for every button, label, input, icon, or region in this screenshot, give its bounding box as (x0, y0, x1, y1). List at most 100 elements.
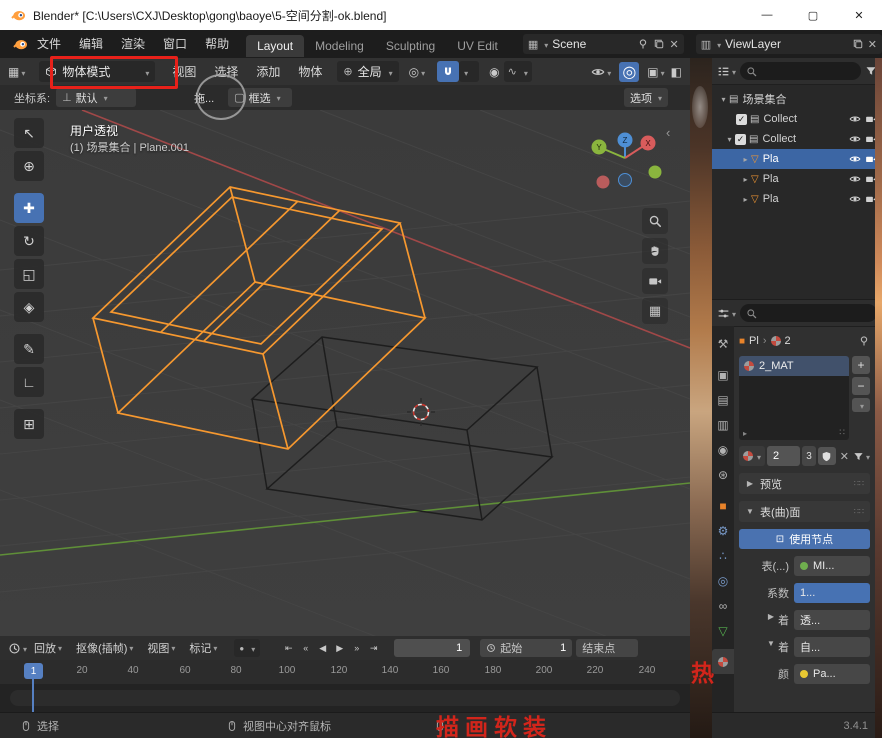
editor-type-icon[interactable] (8, 641, 27, 655)
unlink-icon[interactable]: ✕ (868, 38, 877, 51)
ortho-toggle-button[interactable]: ▦ (642, 298, 668, 324)
tab-output[interactable]: ▤ (712, 387, 734, 412)
menu-help[interactable]: 帮助 (196, 30, 238, 58)
gizmo-neg-x-ball[interactable] (597, 176, 610, 189)
fake-user-toggle[interactable] (818, 447, 836, 465)
copy-icon[interactable] (852, 38, 864, 50)
menu-playback[interactable]: 回放 (27, 640, 69, 656)
expand-icon[interactable]: ▶ (766, 612, 776, 628)
outliner-row-scene-collection[interactable]: ▾ ▤ 场景集合 (712, 89, 882, 109)
workspace-tab-uvedit[interactable]: UV Edit (446, 35, 509, 57)
collapse-chevron-icon[interactable] (666, 124, 670, 142)
wireframe-selected-object[interactable] (93, 187, 425, 449)
minimize-button[interactable]: — (744, 0, 790, 30)
workspace-tab-sculpting[interactable]: Sculpting (375, 35, 446, 57)
pan-button[interactable] (642, 238, 668, 264)
expand-icon[interactable]: ▾ (718, 95, 729, 104)
copy-icon[interactable] (653, 38, 665, 50)
tool-transform[interactable]: ◈ (14, 292, 44, 322)
tool-measure[interactable]: ∟ (14, 367, 44, 397)
timeline-ruler[interactable]: 20 40 60 80 100 120 140 160 180 200 220 … (0, 660, 690, 684)
jump-start-button[interactable]: ⇤ (280, 640, 297, 656)
collection-checkbox[interactable] (735, 134, 746, 145)
properties-search-input[interactable] (740, 304, 877, 322)
outliner-row-plane-selected[interactable]: ▸ ▽ Pla (712, 149, 882, 169)
tool-cursor[interactable]: ⊕ (14, 151, 44, 181)
blender-menu-icon[interactable] (12, 36, 28, 52)
close-button[interactable]: ✕ (836, 0, 882, 30)
outliner-row-plane[interactable]: ▸ ▽ Pla (712, 169, 882, 189)
workspace-tab-layout[interactable]: Layout (246, 35, 304, 57)
hide-eye-icon[interactable] (849, 193, 861, 205)
menu-render[interactable]: 渲染 (112, 30, 154, 58)
scene-browse-icon[interactable]: ▦ (528, 38, 538, 51)
menu-keying[interactable]: 抠像(插帧) (69, 640, 140, 656)
tab-particles[interactable]: ∴ (712, 543, 734, 568)
tab-tool[interactable]: ⚒ (712, 331, 734, 356)
jump-end-button[interactable]: ⇥ (365, 640, 382, 656)
expand-icon[interactable]: ▸ (740, 195, 751, 204)
pin-icon[interactable] (637, 38, 649, 50)
camera-view-button[interactable] (642, 268, 668, 294)
auto-key-toggle[interactable]: ● (234, 639, 260, 657)
shader-dropdown[interactable]: MI... (794, 556, 870, 576)
unlink-icon[interactable]: ✕ (669, 38, 678, 51)
outliner-row-collection[interactable]: ▤ Collect (712, 109, 882, 129)
use-nodes-button[interactable]: ⊡ 使用节点 (739, 529, 870, 549)
outliner-row-plane[interactable]: ▸ ▽ Pla (712, 189, 882, 209)
hide-eye-icon[interactable] (849, 173, 861, 185)
add-slot-button[interactable]: + (852, 356, 870, 374)
tab-modifiers[interactable]: ⚙ (712, 518, 734, 543)
scene-selector[interactable]: ▦ Scene ✕ (523, 34, 684, 54)
play-button[interactable]: ▶ (331, 640, 348, 656)
viewlayer-selector[interactable]: ▥ ViewLayer ✕ (696, 34, 882, 54)
browse-material-button[interactable] (739, 446, 765, 466)
snap-toggle[interactable] (437, 61, 459, 82)
tab-render[interactable]: ▣ (712, 362, 734, 387)
tool-add-cube[interactable]: ⊞ (14, 409, 44, 439)
xray-toggle[interactable]: ◧ (671, 65, 682, 79)
unlink-icon[interactable]: ✕ (838, 450, 851, 463)
workspace-tab-modeling[interactable]: Modeling (304, 35, 375, 57)
overlays-dropdown[interactable]: ▣ (647, 65, 664, 79)
options-dropdown[interactable]: 选项 (624, 88, 668, 107)
editor-type-icon[interactable]: ▦ (8, 65, 25, 79)
factor-slider[interactable]: 1... (794, 583, 870, 603)
slot-specials-button[interactable] (852, 398, 870, 412)
material-slot-list[interactable]: 2_MAT (739, 356, 849, 440)
frame-end-field[interactable]: 结束点 (576, 639, 638, 657)
maximize-button[interactable]: ▢ (790, 0, 836, 30)
tab-constraints[interactable]: ∞ (712, 593, 734, 618)
navigation-gizmo[interactable]: Z X Y (585, 125, 670, 197)
users-count-badge[interactable]: 3 (802, 446, 816, 466)
tool-select-box[interactable]: ↖ (14, 118, 44, 148)
timeline-channels[interactable] (0, 684, 690, 712)
gizmo-neg-y-ball[interactable] (649, 166, 662, 179)
filter-icon[interactable] (853, 449, 870, 463)
tab-physics[interactable]: ◎ (712, 568, 734, 593)
wireframe-black-box[interactable] (252, 337, 552, 520)
play-reverse-button[interactable]: ◀ (314, 640, 331, 656)
material-name-field[interactable]: 2 (767, 446, 800, 466)
tool-rotate[interactable]: ↻ (14, 226, 44, 256)
tab-scene[interactable]: ◉ (712, 437, 734, 462)
pin-icon[interactable] (858, 335, 870, 347)
hide-eye-icon[interactable] (849, 133, 861, 145)
current-frame-field[interactable]: 1 (394, 639, 470, 657)
color-value-dropdown[interactable]: Pa... (794, 664, 870, 684)
panel-preview[interactable]: ▶ 预览 (739, 473, 870, 494)
zoom-button[interactable] (642, 208, 668, 234)
playhead[interactable]: 1 (24, 663, 43, 679)
tab-view-layer[interactable]: ▥ (712, 412, 734, 437)
pivot-dropdown[interactable]: ◎ (409, 65, 426, 79)
gizmo-neg-z-ball[interactable] (619, 174, 632, 187)
expand-icon[interactable]: ▾ (724, 135, 735, 144)
editor-type-icon[interactable] (717, 64, 736, 78)
panel-surface[interactable]: ▼ 表(曲)面 (739, 501, 870, 522)
next-keyframe-button[interactable]: » (348, 640, 365, 656)
tab-object[interactable]: ■ (712, 493, 734, 518)
editor-type-icon[interactable] (717, 306, 736, 320)
viewlayer-icon[interactable]: ▥ (701, 38, 711, 51)
tab-data[interactable]: ▽ (712, 618, 734, 643)
menu-marker[interactable]: 标记 (182, 640, 224, 656)
